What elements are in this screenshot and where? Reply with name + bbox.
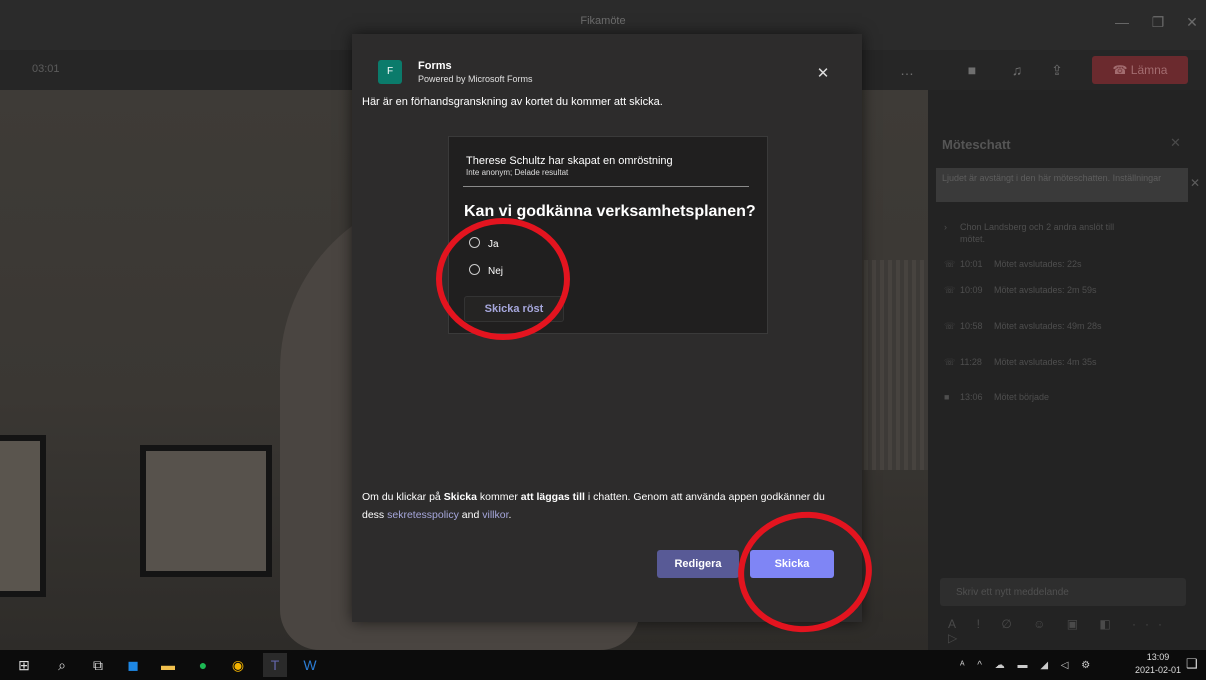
system-tray[interactable]: ᴬ ^ ☁ ▬ ◢ ◁ ⚙ — [960, 660, 1095, 671]
terms-link[interactable]: villkor — [482, 509, 508, 521]
share-screen-icon[interactable]: ⇪ — [1045, 60, 1069, 80]
spotify-icon[interactable]: ● — [191, 653, 215, 677]
leave-button[interactable]: ☎ Lämna — [1092, 56, 1188, 84]
chat-event: ☏ 10:58 Mötet avslutades: 49m 28s — [944, 321, 1102, 331]
chat-event: ☏ 11:28 Mötet avslutades: 4m 35s — [944, 357, 1097, 367]
leave-label: Lämna — [1130, 63, 1168, 77]
chat-event: ■ 13:06 Mötet började — [944, 392, 1050, 402]
teams-icon[interactable]: T — [263, 653, 287, 677]
chat-event: ☏ 10:09 Mötet avslutades: 2m 59s — [944, 285, 1097, 295]
expand-icon[interactable]: › — [944, 221, 960, 233]
chat-event: ☏ 10:01 Mötet avslutades: 22s — [944, 259, 1082, 269]
word-icon[interactable]: W — [298, 653, 322, 677]
video-camera-icon: ■ — [944, 392, 950, 402]
phone-icon: ☎ — [1112, 63, 1131, 77]
meeting-timer: 03:01 — [32, 63, 60, 75]
camera-icon[interactable]: ■ — [960, 60, 984, 80]
call-end-icon: ☏ — [944, 321, 956, 331]
close-icon[interactable]: ✕ — [814, 64, 832, 82]
chrome-icon[interactable]: ◉ — [226, 653, 250, 677]
forms-app-icon: F — [378, 60, 402, 84]
consent-text: Om du klickar på Skicka kommer att lägga… — [362, 491, 825, 521]
call-end-icon: ☏ — [944, 285, 956, 295]
task-view-icon[interactable]: ⧉ — [86, 653, 110, 677]
edit-button[interactable]: Redigera — [657, 550, 739, 578]
chat-compose-tools[interactable]: A ! ∅ ☺ ▣ ◧ ··· ▷ — [948, 617, 1188, 645]
search-icon[interactable]: ⌕ — [50, 653, 74, 677]
privacy-policy-link[interactable]: sekretesspolicy — [387, 509, 459, 521]
wall-picture-left — [0, 435, 46, 597]
maximize-icon[interactable]: ❐ — [1148, 14, 1168, 30]
file-explorer-icon[interactable]: ▬ — [156, 653, 180, 677]
wall-picture — [140, 445, 272, 577]
annotation-circle-options — [436, 218, 570, 340]
mute-banner-text: Ljudet är avstängt i den här möteschatte… — [942, 173, 1162, 183]
windows-start-icon[interactable]: ⊞ — [12, 653, 36, 677]
clock-time[interactable]: 13:09 — [1138, 652, 1178, 662]
preview-note: Här är en förhandsgranskning av kortet d… — [362, 96, 663, 108]
app-name: Forms — [418, 60, 452, 72]
call-end-icon: ☏ — [944, 259, 956, 269]
microphone-icon[interactable]: ♫ — [1005, 60, 1029, 80]
minimize-icon[interactable]: — — [1112, 14, 1132, 30]
window-blinds — [860, 260, 928, 470]
poll-creator: Therese Schultz har skapat en omröstning — [466, 155, 673, 167]
close-window-icon[interactable]: ✕ — [1182, 14, 1202, 30]
chat-input-placeholder: Skriv ett nytt meddelande — [956, 587, 1069, 598]
close-banner-icon[interactable]: ✕ — [1190, 176, 1200, 190]
chat-title: Möteschatt — [942, 137, 1011, 152]
poll-settings: Inte anonym; Delade resultat — [466, 168, 569, 177]
powered-by-text: Powered by Microsoft Forms — [418, 74, 533, 84]
window-title: Fikamöte — [580, 15, 626, 27]
call-end-icon: ☏ — [944, 357, 956, 367]
clock-date[interactable]: 2021-02-01 — [1130, 665, 1186, 675]
notification-icon[interactable]: ❑ — [1186, 656, 1198, 672]
close-chat-icon[interactable]: ✕ — [1170, 135, 1181, 151]
outlook-icon[interactable]: ◼ — [121, 653, 145, 677]
chat-event: › Chon Landsberg och 2 andra anslöt till … — [944, 221, 1115, 244]
card-divider — [463, 186, 749, 187]
more-options-icon[interactable]: … — [895, 60, 919, 80]
